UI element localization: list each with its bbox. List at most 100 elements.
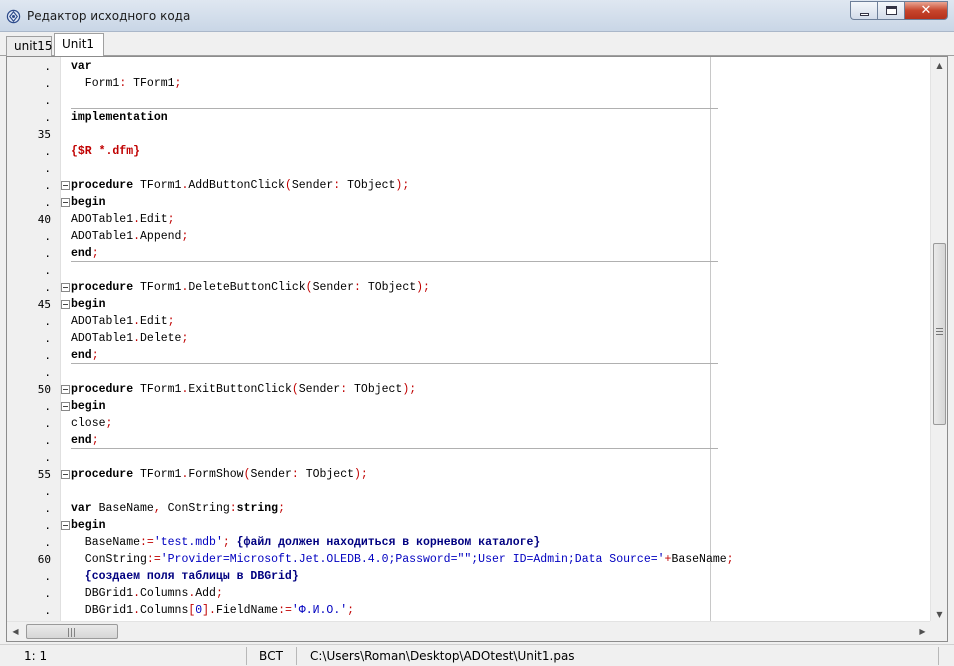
tab-unit1[interactable]: Unit1 xyxy=(54,33,104,57)
tab-bar: unit15 Unit1 xyxy=(0,32,954,57)
title-bar[interactable]: Редактор исходного кода ✕ xyxy=(0,0,954,32)
line-number-label: . xyxy=(44,264,51,277)
fold-collapse-icon[interactable] xyxy=(61,283,70,292)
code-line: procedure TForm1.FormShow(Sender: TObjec… xyxy=(60,466,931,483)
line-number-label: . xyxy=(44,587,51,600)
line-number-label: . xyxy=(44,94,51,107)
line-number-label: . xyxy=(44,502,51,515)
vertical-scroll-thumb[interactable] xyxy=(933,243,946,425)
fold-collapse-icon[interactable] xyxy=(61,470,70,479)
line-number-label: . xyxy=(44,162,51,175)
fold-collapse-icon[interactable] xyxy=(61,198,70,207)
line-number: . xyxy=(7,568,60,585)
line-number: 40 xyxy=(7,211,60,228)
code-line: BaseName:='test.mdb'; {файл должен наход… xyxy=(71,536,541,549)
line-number-label: . xyxy=(44,536,51,549)
code-lines: var Form1: TForm1; implementation {$R *.… xyxy=(60,58,931,619)
line-number-label: . xyxy=(44,111,51,124)
line-number-label: . xyxy=(44,519,51,532)
fold-collapse-icon[interactable] xyxy=(61,521,70,530)
close-button[interactable]: ✕ xyxy=(904,1,948,20)
line-number-label: . xyxy=(44,196,51,209)
line-number-gutter: .... 35.... 40.... 45.... 50.... 55.... 60... xyxy=(7,57,60,623)
line-number-label: 50 xyxy=(37,383,51,396)
code-line: end; xyxy=(60,432,931,449)
line-number: . xyxy=(7,228,60,245)
maximize-button[interactable] xyxy=(877,1,904,20)
code-line: begin xyxy=(60,517,931,534)
line-number: 60 xyxy=(7,551,60,568)
line-number-label: . xyxy=(44,434,51,447)
insert-mode: ВСТ xyxy=(259,649,283,663)
code-line: DBGrid1.Columns.Add; xyxy=(71,587,223,600)
code-line: begin xyxy=(60,296,931,313)
line-number-label: 40 xyxy=(37,213,51,226)
code-line: var BaseName, ConString:string; xyxy=(71,502,285,515)
scrollbar-corner xyxy=(930,621,947,641)
line-number-label: . xyxy=(44,315,51,328)
line-number: . xyxy=(7,143,60,160)
line-number-label: . xyxy=(44,604,51,617)
horizontal-scrollbar[interactable]: ◀ ||| ▶ xyxy=(7,621,931,641)
window-title: Редактор исходного кода xyxy=(27,9,191,23)
code-line: ADOTable1.Delete; xyxy=(71,332,189,345)
line-number: . xyxy=(7,262,60,279)
line-number-label: . xyxy=(44,230,51,243)
line-number-label: 35 xyxy=(37,128,51,141)
maximize-icon xyxy=(886,6,897,15)
line-number: . xyxy=(7,585,60,602)
line-number-label: . xyxy=(44,281,51,294)
fold-collapse-icon[interactable] xyxy=(61,385,70,394)
code-area[interactable]: var Form1: TForm1; implementation {$R *.… xyxy=(60,57,931,623)
line-number: . xyxy=(7,500,60,517)
horizontal-scroll-thumb[interactable]: ||| xyxy=(26,624,118,639)
line-number: . xyxy=(7,602,60,619)
line-number: . xyxy=(7,415,60,432)
fold-collapse-icon[interactable] xyxy=(61,300,70,309)
line-number: . xyxy=(7,347,60,364)
line-number: . xyxy=(7,177,60,194)
gear-app-icon xyxy=(6,9,21,24)
code-line: implementation xyxy=(71,111,168,124)
scroll-right-arrow-icon[interactable]: ▶ xyxy=(914,622,931,641)
line-number: . xyxy=(7,534,60,551)
minimize-button[interactable] xyxy=(850,1,877,20)
scroll-left-arrow-icon[interactable]: ◀ xyxy=(7,622,24,641)
line-number: 45 xyxy=(7,296,60,313)
line-number: . xyxy=(7,398,60,415)
line-number: . xyxy=(7,194,60,211)
grip-icon xyxy=(936,328,943,335)
grip-icon: ||| xyxy=(67,628,77,638)
line-number: . xyxy=(7,330,60,347)
fold-collapse-icon[interactable] xyxy=(61,181,70,190)
code-line xyxy=(60,92,931,109)
code-line: {$R *.dfm} xyxy=(71,145,141,158)
tab-unit15[interactable]: unit15 xyxy=(6,36,53,56)
code-line: var xyxy=(71,60,92,73)
line-number: . xyxy=(7,449,60,466)
code-line: procedure TForm1.DeleteButtonClick(Sende… xyxy=(60,279,931,296)
vertical-scrollbar[interactable]: ▲ ▼ xyxy=(930,57,947,623)
line-number-label: . xyxy=(44,485,51,498)
line-number: 55 xyxy=(7,466,60,483)
line-number: 35 xyxy=(7,126,60,143)
code-line: ADOTable1.Append; xyxy=(71,230,189,243)
code-line: end; xyxy=(60,245,931,262)
line-number-label: . xyxy=(44,349,51,362)
line-number: . xyxy=(7,58,60,75)
fold-collapse-icon[interactable] xyxy=(61,402,70,411)
scroll-up-arrow-icon[interactable]: ▲ xyxy=(931,57,947,74)
code-line: ConString:='Provider=Microsoft.Jet.OLEDB… xyxy=(71,553,734,566)
code-line: close; xyxy=(71,417,113,430)
line-number-label: 60 xyxy=(37,553,51,566)
line-number: . xyxy=(7,75,60,92)
line-number-label: 45 xyxy=(37,298,51,311)
line-number: . xyxy=(7,483,60,500)
code-editor[interactable]: .... 35.... 40.... 45.... 50.... 55.... 60... … xyxy=(6,56,948,642)
line-number: . xyxy=(7,432,60,449)
